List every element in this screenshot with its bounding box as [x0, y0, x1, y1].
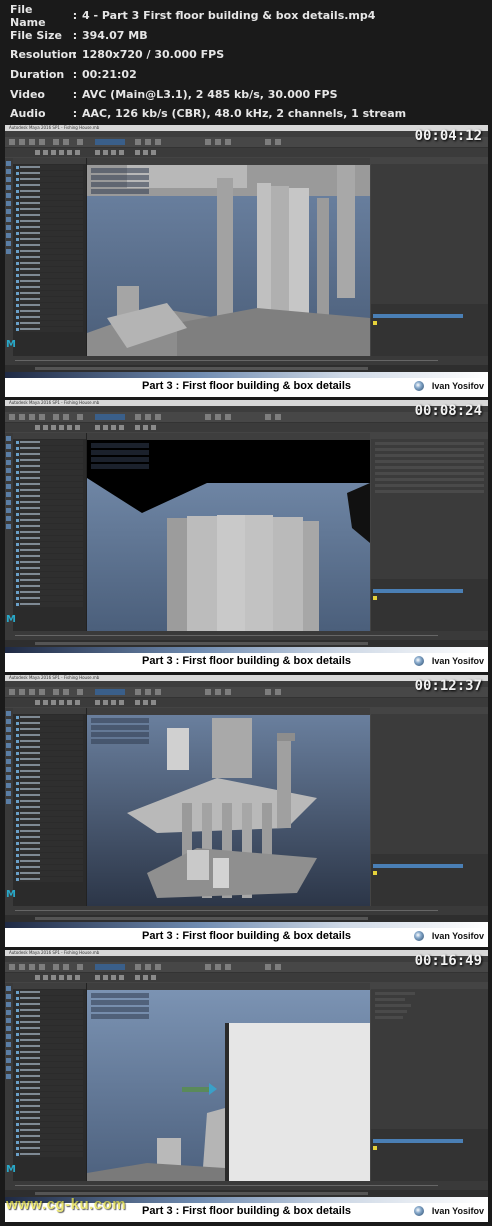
video-frame-1: Autodesk Maya 2016 SP1 - Fishing House.m… [5, 125, 488, 397]
viewport-menu[interactable] [87, 433, 370, 440]
outliner-panel[interactable] [13, 983, 87, 1181]
heads-up-display [91, 168, 149, 202]
layer-editor[interactable] [371, 579, 488, 631]
viewport-menu[interactable] [87, 983, 370, 990]
shelf [5, 698, 488, 707]
resolution-value: 1280x720 / 30.000 FPS [82, 48, 225, 62]
file-size-key: File Size [10, 28, 62, 42]
range-slider[interactable] [5, 640, 488, 647]
timecode: 00:04:12 [414, 128, 482, 144]
layer-row[interactable] [373, 1146, 463, 1150]
author-name: Ivan Yosifov [431, 1206, 484, 1216]
duration-key: Duration [10, 68, 65, 82]
timecode: 00:08:24 [414, 403, 482, 419]
video-key: Video [10, 87, 45, 101]
video-frame-3: Autodesk Maya 2016 SP1 - Fishing House.m… [5, 675, 488, 947]
file-size-value: 394.07 MB [82, 28, 148, 42]
layer-editor[interactable] [371, 304, 488, 356]
maya-logo-icon: M [6, 339, 16, 350]
shelf [5, 423, 488, 432]
time-slider[interactable] [5, 1181, 488, 1190]
layer-row[interactable] [373, 589, 463, 593]
timecode: 00:16:49 [414, 953, 482, 969]
author-name: Ivan Yosifov [431, 931, 484, 941]
layer-editor[interactable] [371, 1129, 488, 1181]
audio-value: AAC, 126 kb/s (CBR), 48.0 kHz, 2 channel… [82, 107, 407, 121]
layer-row[interactable] [373, 871, 463, 875]
duration-row: Duration : 00:21:02 [10, 68, 137, 82]
toolbox[interactable] [5, 983, 13, 1181]
resolution-key: Resolution [10, 48, 77, 62]
video-row: Video : AVC (Main@L3.1), 2 485 kb/s, 30.… [10, 87, 338, 101]
channel-box[interactable] [371, 158, 488, 356]
outliner-panel[interactable] [13, 158, 87, 356]
file-info-panel: File Name : 4 - Part 3 First floor build… [10, 2, 490, 124]
viewport-menu[interactable] [87, 708, 370, 715]
timecode: 00:12:37 [414, 678, 482, 694]
author-logo-icon [414, 931, 424, 941]
shelf [5, 973, 488, 982]
outliner-panel[interactable] [13, 708, 87, 906]
time-slider[interactable] [5, 631, 488, 640]
author-name: Ivan Yosifov [431, 656, 484, 666]
range-slider[interactable] [5, 915, 488, 922]
heads-up-display [91, 443, 149, 477]
resolution-row: Resolution : 1280x720 / 30.000 FPS [10, 48, 225, 62]
maya-logo-icon: M [6, 614, 16, 625]
channel-box[interactable] [371, 708, 488, 906]
video-value: AVC (Main@L3.1), 2 485 kb/s, 30.000 FPS [82, 87, 338, 101]
caption-bar: Part 3 : First floor building & box deta… [5, 372, 488, 397]
toolbox[interactable] [5, 433, 13, 631]
3d-viewport[interactable] [87, 158, 370, 356]
file-name-value: 4 - Part 3 First floor building & box de… [82, 9, 376, 23]
caption-bar: Part 3 : First floor building & box deta… [5, 647, 488, 672]
author-logo-icon [414, 381, 424, 391]
layer-row[interactable] [373, 314, 463, 318]
3d-viewport[interactable] [87, 708, 370, 906]
toolbox[interactable] [5, 708, 13, 906]
layer-row[interactable] [373, 596, 463, 600]
range-slider[interactable] [5, 365, 488, 372]
author-name: Ivan Yosifov [431, 381, 484, 391]
channel-box[interactable] [371, 433, 488, 631]
author-logo-icon [414, 1206, 424, 1216]
author-logo-icon [414, 656, 424, 666]
layer-row[interactable] [373, 321, 463, 325]
layer-row[interactable] [373, 864, 463, 868]
file-name-row: File Name : 4 - Part 3 First floor build… [10, 2, 376, 29]
time-slider[interactable] [5, 906, 488, 915]
audio-row: Audio : AAC, 126 kb/s (CBR), 48.0 kHz, 2… [10, 107, 407, 121]
maya-logo-icon: M [6, 889, 16, 900]
layer-row[interactable] [373, 1139, 463, 1143]
watermark: www.cg-ku.com [6, 1196, 127, 1213]
file-size-row: File Size : 394.07 MB [10, 28, 148, 42]
channel-box[interactable] [371, 983, 488, 1181]
shelf [5, 148, 488, 157]
video-frame-4: Autodesk Maya 2016 SP1 - Fishing House.m… [5, 950, 488, 1222]
viewport-menu[interactable] [87, 158, 370, 165]
audio-key: Audio [10, 107, 46, 121]
3d-viewport[interactable] [87, 433, 370, 631]
heads-up-display [91, 993, 149, 1027]
duration-value: 00:21:02 [82, 68, 137, 82]
caption-bar: Part 3 : First floor building & box deta… [5, 922, 488, 947]
layer-editor[interactable] [371, 854, 488, 906]
maya-logo-icon: M [6, 1164, 16, 1175]
video-frame-2: Autodesk Maya 2016 SP1 - Fishing House.m… [5, 400, 488, 672]
file-name-key: File Name [10, 2, 46, 29]
3d-viewport[interactable] [87, 983, 370, 1181]
heads-up-display [91, 718, 149, 752]
toolbox[interactable] [5, 158, 13, 356]
outliner-panel[interactable] [13, 433, 87, 631]
time-slider[interactable] [5, 356, 488, 365]
